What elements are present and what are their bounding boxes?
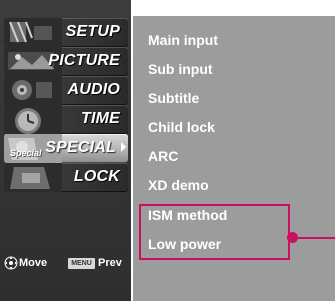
move-label: Move bbox=[19, 257, 48, 269]
help-bar: Move MENU Prev bbox=[0, 252, 131, 276]
menu-label-setup: SETUP bbox=[65, 23, 120, 40]
special-thumb-text: Special bbox=[10, 148, 42, 158]
menu-label-picture: PICTURE bbox=[48, 52, 120, 69]
submenu-item-child-lock[interactable]: Child lock bbox=[148, 119, 215, 135]
submenu-item-xd-demo[interactable]: XD demo bbox=[148, 177, 209, 193]
time-icon bbox=[4, 105, 62, 134]
menu-item-setup[interactable]: SETUP bbox=[4, 18, 128, 47]
submenu-item-arc[interactable]: ARC bbox=[148, 148, 178, 164]
menu-key-icon: MENU bbox=[68, 258, 95, 269]
menu-item-time[interactable]: TIME bbox=[4, 105, 128, 134]
setup-icon bbox=[4, 18, 62, 47]
menu-item-audio[interactable]: AUDIO bbox=[4, 76, 128, 105]
menu-item-lock[interactable]: LOCK bbox=[4, 163, 128, 192]
callout-pointer-line bbox=[296, 237, 335, 239]
menu-item-picture[interactable]: PICTURE bbox=[4, 47, 128, 76]
prev-label: Prev bbox=[98, 257, 122, 269]
lock-icon bbox=[4, 163, 62, 192]
audio-icon bbox=[4, 76, 62, 105]
menu-item-special[interactable]: Special SPECIAL bbox=[4, 134, 128, 163]
main-menu: SETUP PICTURE AUDIO TIME Special SPECIAL… bbox=[0, 0, 131, 301]
submenu-arrow-icon bbox=[121, 142, 126, 152]
menu-label-special: SPECIAL bbox=[45, 139, 116, 156]
menu-label-lock: LOCK bbox=[73, 168, 120, 185]
callout-highlight-box bbox=[139, 204, 290, 260]
submenu-item-main-input[interactable]: Main input bbox=[148, 32, 218, 48]
menu-label-time: TIME bbox=[80, 110, 120, 127]
submenu-item-sub-input[interactable]: Sub input bbox=[148, 61, 213, 77]
move-dpad-icon bbox=[4, 256, 18, 270]
tv-osd-menu: SETUP PICTURE AUDIO TIME Special SPECIAL… bbox=[0, 0, 335, 301]
menu-label-audio: AUDIO bbox=[67, 81, 120, 98]
submenu-item-subtitle[interactable]: Subtitle bbox=[148, 90, 199, 106]
